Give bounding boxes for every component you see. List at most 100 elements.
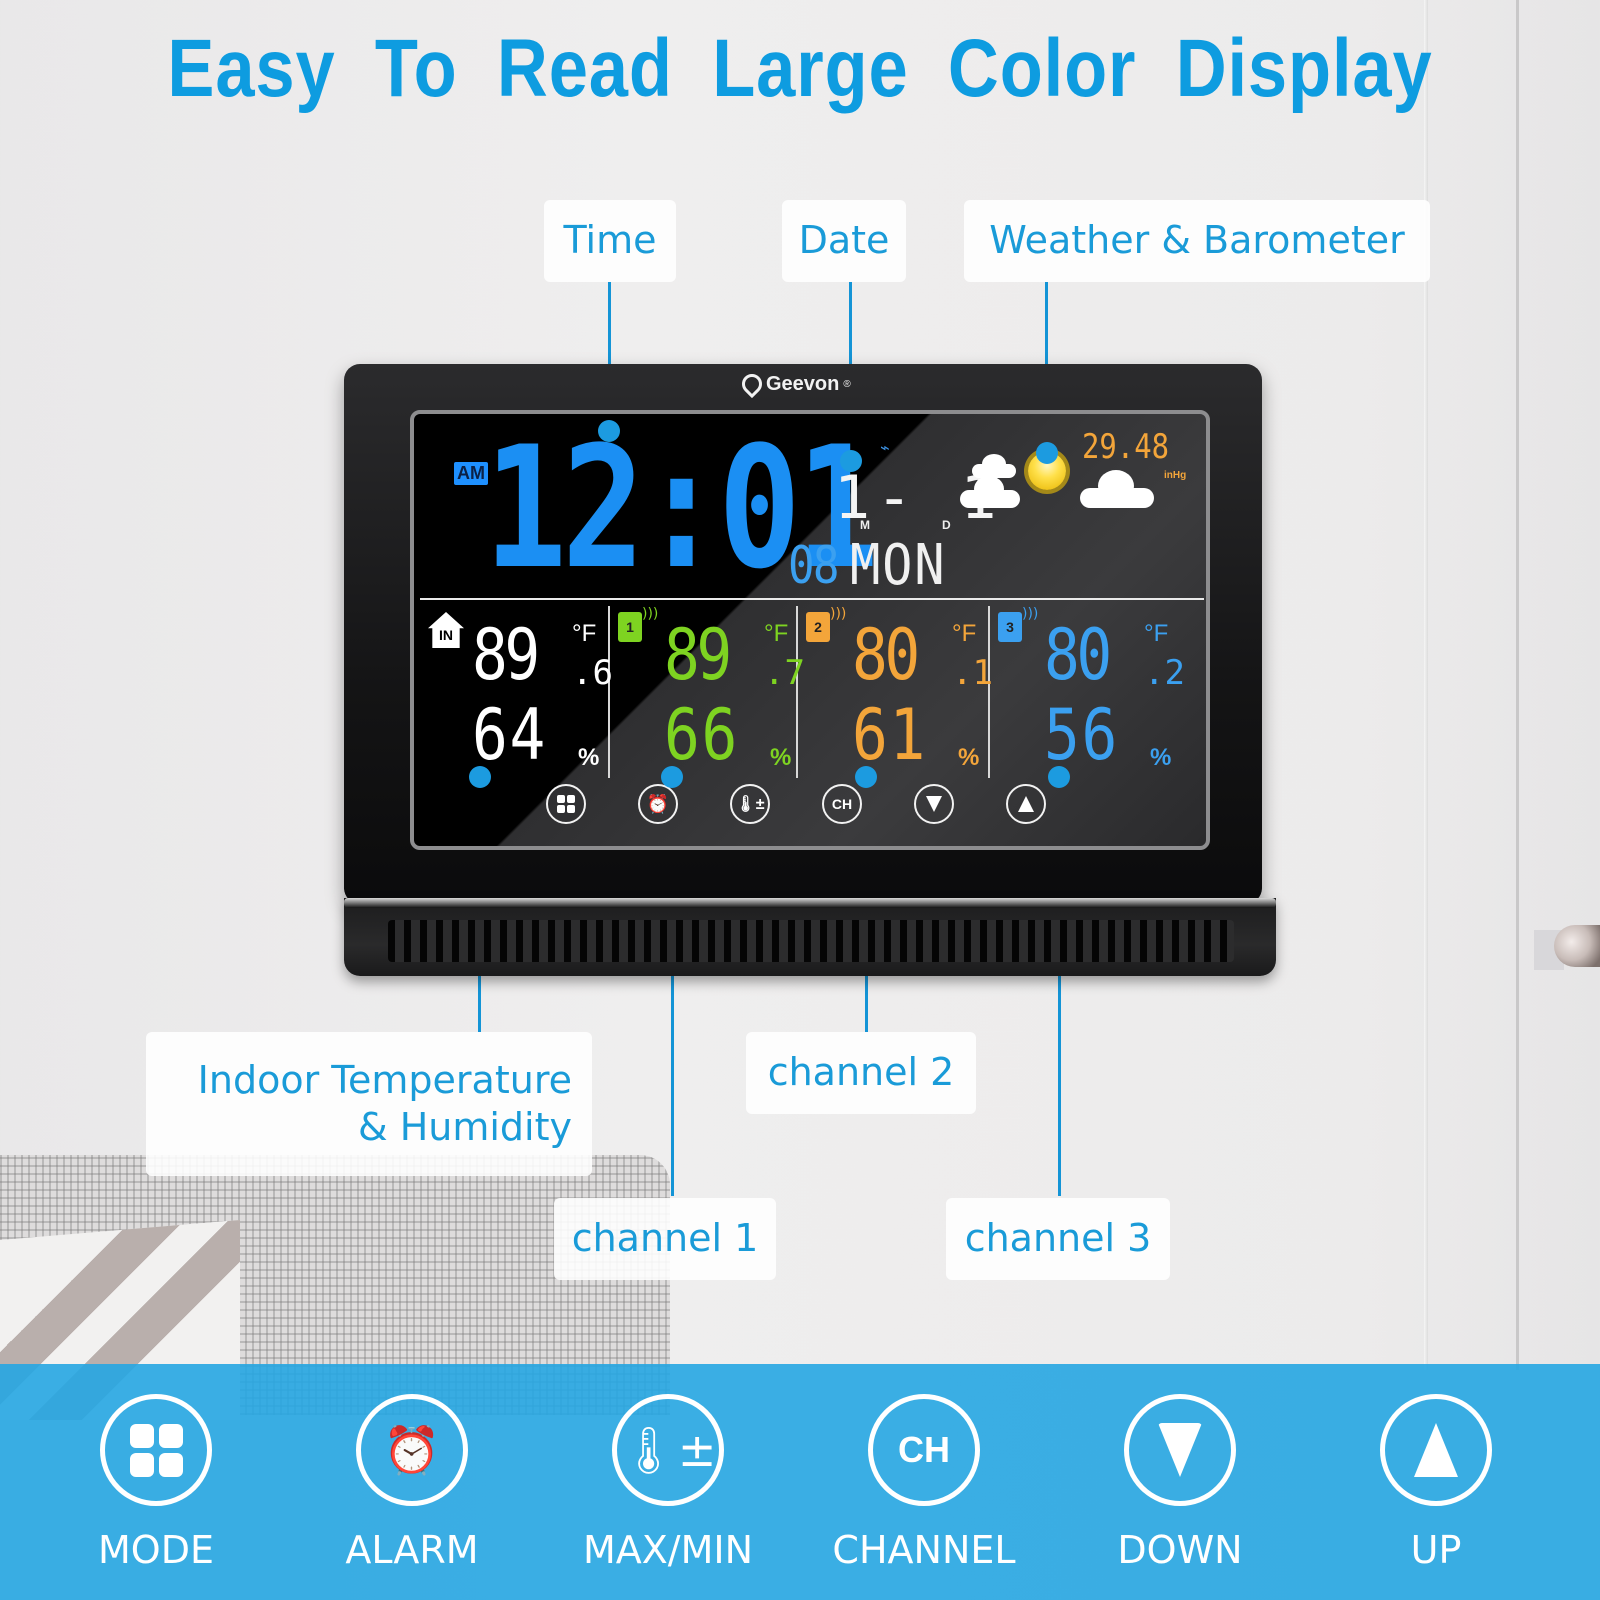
mode-button-icon bbox=[100, 1394, 212, 1506]
channel3-temp-decimal: .2 bbox=[1144, 653, 1185, 693]
key-alarm-label: ALARM bbox=[345, 1528, 479, 1572]
channel1-humidity-unit: % bbox=[770, 744, 792, 771]
alarm-clock-icon: ⏰ bbox=[646, 793, 670, 814]
channel1-marker-dot bbox=[661, 766, 683, 788]
signal-waves-icon: ))) bbox=[830, 606, 847, 622]
channel3-marker-dot bbox=[1048, 766, 1070, 788]
callout-channel2-text: channel 2 bbox=[767, 1050, 955, 1095]
channel1-temp-decimal: .7 bbox=[764, 653, 805, 693]
up-button-icon bbox=[1380, 1394, 1492, 1506]
registered-mark: ® bbox=[843, 378, 851, 390]
radio-signal-icon: ⌁ bbox=[880, 438, 890, 457]
indoor-temp-unit: °F bbox=[572, 620, 597, 647]
channel2-temperature: 80 bbox=[852, 614, 920, 696]
callout-date: Date bbox=[782, 200, 906, 282]
channel3-humidity: 56 bbox=[1044, 694, 1120, 776]
triangle-up-icon bbox=[1414, 1423, 1458, 1477]
month-tag: M bbox=[860, 518, 870, 532]
channel3-humidity-unit: % bbox=[1150, 744, 1172, 771]
weekday-display: MON bbox=[850, 533, 947, 598]
channel1-temp-unit: °F bbox=[764, 620, 789, 647]
key-up-label: UP bbox=[1410, 1528, 1462, 1572]
indoor-temp-decimal: .6 bbox=[572, 653, 613, 693]
callout-channel1-text: channel 1 bbox=[571, 1216, 759, 1261]
screen-down-button[interactable] bbox=[914, 784, 954, 824]
key-down-label: DOWN bbox=[1117, 1528, 1243, 1572]
screen-up-button[interactable] bbox=[1006, 784, 1046, 824]
max-min-button-icon: 🌡± bbox=[612, 1394, 724, 1506]
channel2-humidity-unit: % bbox=[958, 744, 980, 771]
cloud-icon bbox=[1080, 470, 1154, 508]
key-alarm: ⏰ ALARM bbox=[292, 1394, 532, 1572]
indoor-house-icon: IN bbox=[428, 612, 464, 648]
channel1-humidity: 66 bbox=[664, 694, 740, 776]
indoor-temperature: 89 bbox=[472, 614, 540, 696]
weather-marker-dot bbox=[1036, 442, 1058, 464]
year-display: 08 bbox=[788, 536, 840, 596]
brand-logo: Geevon ® bbox=[737, 369, 851, 399]
mode-grid-icon bbox=[557, 795, 575, 813]
key-channel-label: CHANNEL bbox=[832, 1528, 1016, 1572]
am-pm-indicator: AM bbox=[454, 462, 488, 485]
triangle-down-icon bbox=[926, 796, 942, 812]
channel2-marker-dot bbox=[855, 766, 877, 788]
geevon-logo-icon bbox=[737, 369, 767, 399]
channel2-temp-unit: °F bbox=[952, 620, 977, 647]
callout-indoor-line1: Indoor Temperature bbox=[197, 1057, 572, 1102]
indoor-panel: IN 89 °F .6 64 % bbox=[420, 604, 613, 779]
screen-divider bbox=[420, 598, 1204, 600]
alarm-button-icon: ⏰ bbox=[356, 1394, 468, 1506]
key-down: DOWN bbox=[1060, 1394, 1300, 1572]
channel2-temp-decimal: .1 bbox=[952, 653, 993, 693]
barometer-unit: inHg bbox=[1164, 470, 1187, 481]
ch-icon: CH bbox=[831, 796, 853, 812]
callout-time-text: Time bbox=[563, 218, 657, 263]
date-marker-dot bbox=[840, 450, 862, 472]
key-mode-label: MODE bbox=[98, 1528, 214, 1572]
callout-weather-text: Weather & Barometer bbox=[989, 218, 1405, 263]
channel3-panel: 3 ))) 80 °F .2 56 % bbox=[992, 604, 1185, 779]
mode-grid-icon bbox=[129, 1423, 183, 1477]
down-button-icon bbox=[1124, 1394, 1236, 1506]
screen-mode-button[interactable] bbox=[546, 784, 586, 824]
channel1-sensor-icon: 1 bbox=[618, 612, 642, 642]
button-legend-bar: MODE ⏰ ALARM 🌡± MAX/MIN CH CHANNEL DOWN … bbox=[0, 1364, 1600, 1600]
channel1-panel: 1 ))) 89 °F .7 66 % bbox=[612, 604, 805, 779]
callout-time: Time bbox=[544, 200, 676, 282]
screen-alarm-button[interactable]: ⏰ bbox=[638, 784, 678, 824]
indoor-humidity-unit: % bbox=[578, 744, 600, 771]
device-lip bbox=[344, 898, 1276, 908]
screen-max-min-button[interactable]: 🌡± bbox=[730, 784, 770, 824]
triangle-up-icon bbox=[1018, 796, 1034, 812]
channel2-sensor-icon: 2 bbox=[806, 612, 830, 642]
barometer-value: 29.48 bbox=[1082, 427, 1170, 467]
callout-channel3: channel 3 bbox=[946, 1198, 1170, 1280]
key-mode: MODE bbox=[36, 1394, 276, 1572]
channel3-temperature: 80 bbox=[1044, 614, 1112, 696]
callout-weather-barometer: Weather & Barometer bbox=[964, 200, 1430, 282]
channel2-panel: 2 ))) 80 °F .1 61 % bbox=[800, 604, 993, 779]
thermometer-plus-minus-icon: 🌡± bbox=[619, 1423, 717, 1477]
thermometer-plus-minus-icon: 🌡± bbox=[735, 796, 765, 813]
day-tag: D bbox=[942, 518, 951, 532]
key-channel: CH CHANNEL bbox=[804, 1394, 1044, 1572]
indoor-marker-dot bbox=[469, 766, 491, 788]
headline: Easy To Read Large Color Display bbox=[167, 23, 1433, 114]
indoor-humidity: 64 bbox=[472, 694, 548, 776]
screen-channel-button[interactable]: CH bbox=[822, 784, 862, 824]
key-max-min-label: MAX/MIN bbox=[582, 1528, 754, 1572]
speaker-vents bbox=[388, 920, 1234, 962]
signal-waves-icon: ))) bbox=[1022, 606, 1039, 622]
channel3-temp-unit: °F bbox=[1144, 620, 1169, 647]
ch-icon: CH bbox=[898, 1429, 950, 1470]
door-gap bbox=[1516, 0, 1519, 1370]
callout-channel3-text: channel 3 bbox=[964, 1216, 1152, 1261]
channel3-sensor-icon: 3 bbox=[998, 612, 1022, 642]
callout-indoor-line2: & Humidity bbox=[357, 1105, 572, 1149]
channel1-temperature: 89 bbox=[664, 614, 732, 696]
key-up: UP bbox=[1316, 1394, 1556, 1572]
lcd-screen: AM 12:01 ⌁ 1- 1 M D 08 MON 29.48 inHg IN… bbox=[410, 410, 1210, 850]
callout-channel1: channel 1 bbox=[554, 1198, 776, 1280]
door-handle bbox=[1554, 925, 1600, 967]
brand-name: Geevon bbox=[766, 372, 840, 395]
